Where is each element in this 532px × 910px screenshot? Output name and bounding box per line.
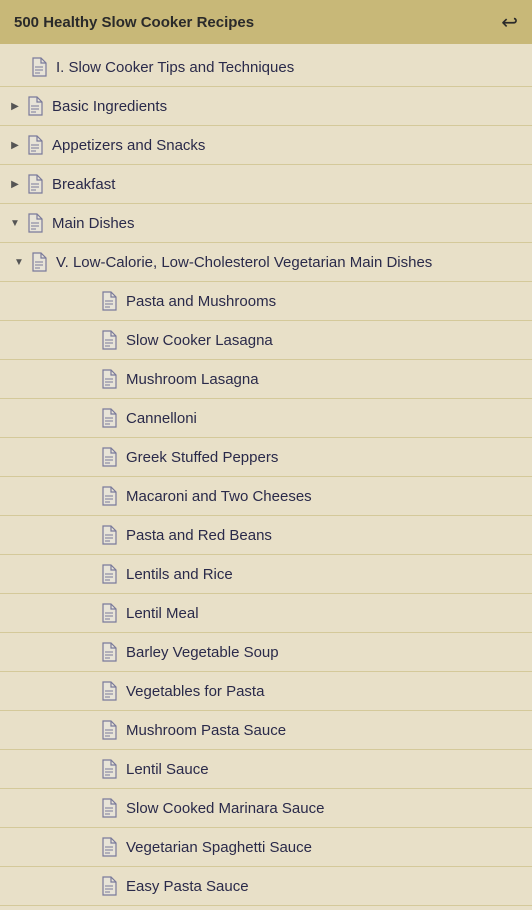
tree-item-slow-cooker-lasagna[interactable]: Slow Cooker Lasagna [0,321,532,360]
label-appetizers: Appetizers and Snacks [52,137,526,154]
arrow-vegetarian-main [10,253,28,271]
label-slow-cooked-marinara: Slow Cooked Marinara Sauce [126,800,526,817]
doc-icon-basic-ingredients [24,95,46,117]
label-barley-vegetable-soup: Barley Vegetable Soup [126,644,526,661]
label-breakfast: Breakfast [52,176,526,193]
label-lentil-meal: Lentil Meal [126,605,526,622]
label-slow-cooker-lasagna: Slow Cooker Lasagna [126,332,526,349]
doc-icon-pasta-red-beans [98,524,120,546]
doc-icon-pasta-mushrooms [98,290,120,312]
doc-icon-vegetables-pasta [98,680,120,702]
tree-item-mushroom-lasagna[interactable]: Mushroom Lasagna [0,360,532,399]
doc-icon-vegetarian-spaghetti [98,836,120,858]
tree-item-vegetarian-spaghetti[interactable]: Vegetarian Spaghetti Sauce [0,828,532,867]
tree-item-tips[interactable]: I. Slow Cooker Tips and Techniques [0,48,532,87]
doc-icon-vegetarian-main [28,251,50,273]
doc-icon-breakfast [24,173,46,195]
label-mushroom-lasagna: Mushroom Lasagna [126,371,526,388]
doc-icon-easy-pasta-sauce [98,875,120,897]
doc-icon-macaroni-two-cheeses [98,485,120,507]
tree-item-lentil-sauce[interactable]: Lentil Sauce [0,750,532,789]
tree-item-greek-stuffed-peppers[interactable]: Greek Stuffed Peppers [0,438,532,477]
tree-item-lentils-rice[interactable]: Lentils and Rice [0,555,532,594]
label-easy-pasta-sauce: Easy Pasta Sauce [126,878,526,895]
doc-icon-mushroom-pasta-sauce [98,719,120,741]
arrow-breakfast [6,175,24,193]
arrow-main-dishes [6,214,24,232]
doc-icon-lentil-meal [98,602,120,624]
header: 500 Healthy Slow Cooker Recipes ↩ [0,0,532,44]
label-macaroni-two-cheeses: Macaroni and Two Cheeses [126,488,526,505]
doc-icon-barley-vegetable-soup [98,641,120,663]
label-pasta-red-beans: Pasta and Red Beans [126,527,526,544]
doc-icon-slow-cooker-lasagna [98,329,120,351]
label-lentil-sauce: Lentil Sauce [126,761,526,778]
doc-icon-cannelloni [98,407,120,429]
tree-item-lentil-meal[interactable]: Lentil Meal [0,594,532,633]
tree-item-barley-vegetable-soup[interactable]: Barley Vegetable Soup [0,633,532,672]
label-tips: I. Slow Cooker Tips and Techniques [56,59,526,76]
tree-item-easy-pasta-sauce[interactable]: Easy Pasta Sauce [0,867,532,906]
label-vegetarian-spaghetti: Vegetarian Spaghetti Sauce [126,839,526,856]
doc-icon-slow-cooked-marinara [98,797,120,819]
tree-item-pasta-mushrooms[interactable]: Pasta and Mushrooms [0,282,532,321]
label-pasta-mushrooms: Pasta and Mushrooms [126,293,526,310]
doc-icon-tips [28,56,50,78]
tree-item-mushroom-pasta-sauce[interactable]: Mushroom Pasta Sauce [0,711,532,750]
tree-item-slow-cooked-marinara[interactable]: Slow Cooked Marinara Sauce [0,789,532,828]
label-vegetables-pasta: Vegetables for Pasta [126,683,526,700]
tree-item-pasta-red-beans[interactable]: Pasta and Red Beans [0,516,532,555]
label-cannelloni: Cannelloni [126,410,526,427]
label-main-dishes: Main Dishes [52,215,526,232]
doc-icon-lentils-rice [98,563,120,585]
doc-icon-appetizers [24,134,46,156]
tree-container: I. Slow Cooker Tips and Techniques Basic… [0,44,532,910]
arrow-appetizers [6,136,24,154]
doc-icon-lentil-sauce [98,758,120,780]
tree-item-main-dishes[interactable]: Main Dishes [0,204,532,243]
tree-item-macaroni-two-cheeses[interactable]: Macaroni and Two Cheeses [0,477,532,516]
tree-item-vegetables-pasta[interactable]: Vegetables for Pasta [0,672,532,711]
label-greek-stuffed-peppers: Greek Stuffed Peppers [126,449,526,466]
tree-item-cannelloni[interactable]: Cannelloni [0,399,532,438]
header-title: 500 Healthy Slow Cooker Recipes [14,14,254,31]
tree-item-appetizers[interactable]: Appetizers and Snacks [0,126,532,165]
doc-icon-greek-stuffed-peppers [98,446,120,468]
arrow-basic-ingredients [6,97,24,115]
doc-icon-main-dishes [24,212,46,234]
label-mushroom-pasta-sauce: Mushroom Pasta Sauce [126,722,526,739]
tree-item-vegetarian-main[interactable]: V. Low-Calorie, Low-Cholesterol Vegetari… [0,243,532,282]
label-vegetarian-main: V. Low-Calorie, Low-Cholesterol Vegetari… [56,254,526,271]
label-lentils-rice: Lentils and Rice [126,566,526,583]
tree-item-basic-ingredients[interactable]: Basic Ingredients [0,87,532,126]
back-button[interactable]: ↩ [501,10,518,35]
tree-item-breakfast[interactable]: Breakfast [0,165,532,204]
doc-icon-mushroom-lasagna [98,368,120,390]
label-basic-ingredients: Basic Ingredients [52,98,526,115]
